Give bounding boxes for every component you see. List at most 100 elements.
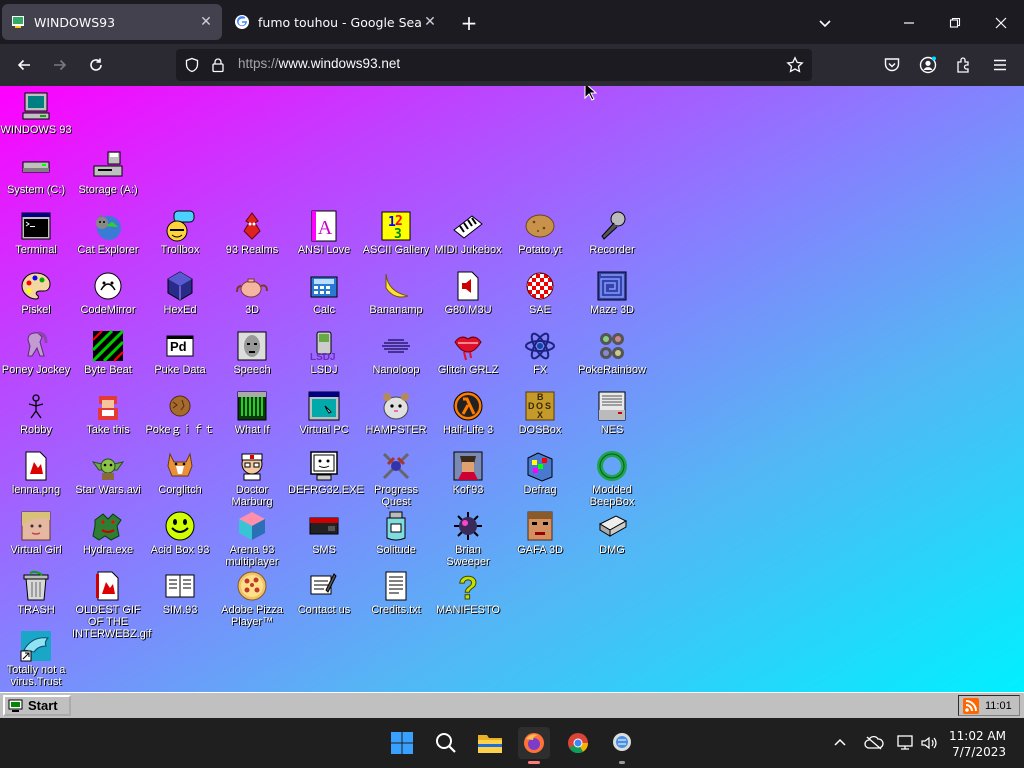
desktop-icon-potato-yt[interactable]: Potato.yt bbox=[504, 210, 576, 256]
url-bar[interactable]: https://www.windows93.net bbox=[176, 49, 812, 81]
desktop-icon-storage-a[interactable]: Storage (A:) bbox=[72, 150, 144, 196]
desktop-icon-byte-beat[interactable]: Byte Beat bbox=[72, 330, 144, 376]
desktop-icon-pokegift[interactable]: Pokeｇｉｆｔ bbox=[144, 390, 216, 436]
desktop-icon-maze-3d[interactable]: Maze 3D bbox=[576, 270, 648, 316]
desktop-icon-93-realms[interactable]: 93 Realms bbox=[216, 210, 288, 256]
desktop-icon-lenna-png[interactable]: lenna.png bbox=[0, 450, 72, 496]
desktop-icon-oldest-gif[interactable]: OLDEST GIF OF THE INTERWEBZ.gif bbox=[72, 570, 151, 640]
desktop-icon-piskel[interactable]: Piskel bbox=[0, 270, 72, 316]
tab-google-search[interactable]: fumo touhou - Google Search ✕ bbox=[226, 4, 446, 40]
app-globe-icon[interactable] bbox=[606, 727, 638, 764]
desktop-icon-corglitch[interactable]: Corglitch bbox=[144, 450, 216, 496]
pocket-icon[interactable] bbox=[880, 53, 904, 77]
desktop-icon-midi-jukebox[interactable]: MIDI Jukebox bbox=[432, 210, 504, 256]
desktop-icon-doctor-marburg[interactable]: Doctor Marburg bbox=[216, 450, 288, 508]
desktop-icon-poney-jockey[interactable]: Poney Jockey bbox=[0, 330, 72, 376]
back-icon[interactable] bbox=[12, 53, 36, 77]
new-tab-icon[interactable]: + bbox=[458, 11, 480, 35]
desktop-icon-ansi-love[interactable]: A ANSI Love bbox=[288, 210, 360, 256]
desktop-icon-windows93[interactable]: WINDOWS 93 bbox=[0, 90, 72, 136]
desktop-icon-trollbox[interactable]: Trollbox bbox=[144, 210, 216, 256]
desktop-icon-speech[interactable]: Speech bbox=[216, 330, 288, 376]
rss-icon[interactable] bbox=[963, 697, 979, 714]
account-icon[interactable] bbox=[916, 53, 940, 77]
reload-icon[interactable] bbox=[84, 53, 108, 77]
desktop-icon-hydra[interactable]: Hydra.exe bbox=[72, 510, 144, 556]
system-clock[interactable]: 11:02 AM 7/7/2023 bbox=[949, 728, 1006, 760]
extensions-icon[interactable] bbox=[952, 53, 976, 77]
desktop-icon-what-if[interactable]: What If bbox=[216, 390, 288, 436]
desktop-icon-pokerainbow[interactable]: PokeRainbow bbox=[576, 330, 648, 376]
desktop-icon-brian-sweeper[interactable]: Brian Sweeper bbox=[432, 510, 504, 568]
svg-text:3: 3 bbox=[394, 227, 402, 242]
chevron-up-icon[interactable] bbox=[826, 727, 854, 759]
windows93-desktop[interactable]: WINDOWS 93 System (C:) Storage (A:) Term… bbox=[0, 86, 1024, 692]
forward-icon[interactable] bbox=[48, 53, 72, 77]
chrome-icon[interactable] bbox=[562, 727, 594, 759]
desktop-icon-manifesto[interactable]: ? MANIFESTO bbox=[432, 570, 504, 616]
chevron-down-icon[interactable] bbox=[814, 12, 836, 34]
close-tab-icon[interactable]: ✕ bbox=[198, 14, 214, 30]
firefox-icon[interactable] bbox=[518, 727, 550, 764]
restore-icon[interactable] bbox=[944, 12, 966, 34]
desktop-icon-robby[interactable]: Robby bbox=[0, 390, 72, 436]
desktop-icon-sms[interactable]: SMS bbox=[288, 510, 360, 556]
desktop-icon-totally-not-a-virus[interactable]: Totally not a virus.Trust bbox=[0, 630, 72, 688]
desktop-icon-defrg32[interactable]: DEFRG32.EXE bbox=[288, 450, 364, 496]
desktop-icon-contact-us[interactable]: Contact us bbox=[288, 570, 360, 616]
search-icon[interactable] bbox=[430, 727, 462, 759]
desktop-icon-bananamp[interactable]: Bananamp bbox=[360, 270, 432, 316]
desktop-icon-3d[interactable]: 3D bbox=[216, 270, 288, 316]
desktop-icon-system-c[interactable]: System (C:) bbox=[0, 150, 72, 196]
cloud-offline-icon[interactable] bbox=[860, 727, 888, 759]
desktop-icon-progress-quest[interactable]: Progress Quest bbox=[360, 450, 432, 508]
desktop-icon-half-life-3[interactable]: Half-Life 3 bbox=[432, 390, 504, 436]
bookmark-star-icon[interactable] bbox=[786, 56, 804, 78]
desktop-icon-take-this[interactable]: Take this bbox=[72, 390, 144, 436]
desktop-icon-codemirror[interactable]: CodeMirror bbox=[72, 270, 144, 316]
desktop-icon-lsdj[interactable]: LSDJ LSDJ bbox=[288, 330, 360, 376]
desktop-icon-hampster[interactable]: HAMPSTER bbox=[360, 390, 432, 436]
desktop-icon-kof93[interactable]: Kof'93 bbox=[432, 450, 504, 496]
minimize-icon[interactable] bbox=[898, 12, 920, 34]
desktop-icon-cat-explorer[interactable]: Cat Explorer bbox=[72, 210, 144, 256]
desktop-icon-recorder[interactable]: Recorder bbox=[576, 210, 648, 256]
desktop-icon-virtual-pc[interactable]: Virtual PC bbox=[288, 390, 360, 436]
desktop-icon-credits-txt[interactable]: Credits.txt bbox=[360, 570, 432, 616]
desktop-icon-adobe-pizza-player[interactable]: Adobe Pizza Player™ bbox=[216, 570, 288, 628]
desktop-icon-acid-box-93[interactable]: Acid Box 93 bbox=[144, 510, 216, 556]
desktop-icon-sae[interactable]: SAE bbox=[504, 270, 576, 316]
desktop-icon-nes[interactable]: NES bbox=[576, 390, 648, 436]
desktop-icon-fx[interactable]: FX bbox=[504, 330, 576, 376]
file-explorer-icon[interactable] bbox=[474, 727, 506, 759]
desktop-icon-hexed[interactable]: HexEd bbox=[144, 270, 216, 316]
desktop-icon-sim93[interactable]: SIM.93 bbox=[144, 570, 216, 616]
close-tab-icon[interactable]: ✕ bbox=[422, 14, 438, 30]
volume-icon[interactable] bbox=[916, 727, 942, 759]
desktop-icon-glitch-grlz[interactable]: Glitch GRLZ bbox=[432, 330, 504, 376]
desktop-icon-terminal[interactable]: Terminal bbox=[0, 210, 72, 256]
start-button[interactable]: Start bbox=[3, 695, 71, 716]
desktop-icon-modded-beepbox[interactable]: Modded BeepBox bbox=[576, 450, 648, 508]
desktop-icon-g80-m3u[interactable]: G80.M3U bbox=[432, 270, 504, 316]
desktop-icon-ascii-gallery[interactable]: 123 ASCII Gallery bbox=[360, 210, 432, 256]
desktop-icon-gafa-3d[interactable]: GAFA 3D bbox=[504, 510, 576, 556]
desktop-icon-virtual-girl[interactable]: Virtual Girl bbox=[0, 510, 72, 556]
desktop-icon-arena-93[interactable]: Arena 93 multiplayer bbox=[216, 510, 288, 568]
lock-icon[interactable] bbox=[210, 57, 226, 77]
desktop-icon-dmg[interactable]: DMG bbox=[576, 510, 648, 556]
desktop-icon-puke-data[interactable]: Pd Puke Data bbox=[144, 330, 216, 376]
icon-label: ASCII Gallery bbox=[362, 244, 430, 256]
desktop-icon-solitude[interactable]: Solitude bbox=[360, 510, 432, 556]
tab-windows93[interactable]: WINDOWS93 ✕ bbox=[2, 4, 222, 40]
desktop-icon-trash[interactable]: TRASH bbox=[0, 570, 72, 616]
menu-icon[interactable] bbox=[988, 53, 1012, 77]
windows-start-icon[interactable] bbox=[386, 727, 418, 759]
desktop-icon-calc[interactable]: Calc bbox=[288, 270, 360, 316]
close-window-icon[interactable] bbox=[990, 12, 1012, 34]
desktop-icon-defrag[interactable]: Defrag bbox=[504, 450, 576, 496]
desktop-icon-nanoloop[interactable]: Nanoloop bbox=[360, 330, 432, 376]
desktop-icon-star-wars-avi[interactable]: Star Wars.avi bbox=[72, 450, 144, 496]
shield-icon[interactable] bbox=[184, 57, 200, 77]
desktop-icon-dosbox[interactable]: BDOSX DOSBox bbox=[504, 390, 576, 436]
